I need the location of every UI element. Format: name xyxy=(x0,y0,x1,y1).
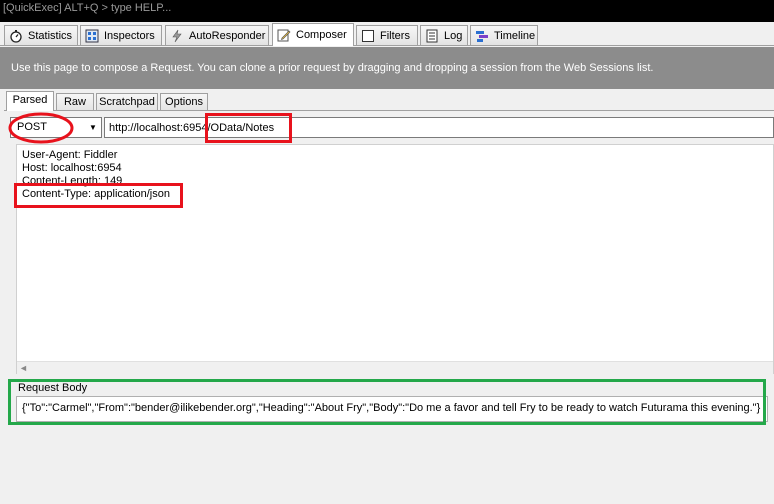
tab-label: Filters xyxy=(380,29,410,42)
chevron-down-icon[interactable]: ▼ xyxy=(86,119,100,136)
request-body-editor[interactable]: {"To":"Carmel","From":"bender@ilikebende… xyxy=(16,396,768,422)
subtab-raw[interactable]: Raw xyxy=(56,93,94,111)
tab-log[interactable]: Log xyxy=(420,25,468,45)
method-value: POST xyxy=(17,121,47,133)
header-line: Content-Length: 149 xyxy=(22,175,123,187)
subtab-scratchpad[interactable]: Scratchpad xyxy=(96,93,158,111)
tab-composer[interactable]: Composer xyxy=(272,23,354,46)
quickexec-bar[interactable]: [QuickExec] ALT+Q > type HELP... xyxy=(0,0,774,22)
pencil-icon xyxy=(277,28,291,42)
composer-info-banner: Use this page to compose a Request. You … xyxy=(0,47,774,89)
tab-inspectors[interactable]: Inspectors xyxy=(80,25,162,45)
subtab-parsed[interactable]: Parsed xyxy=(6,91,54,111)
inspectors-icon xyxy=(85,29,99,43)
main-tab-strip: Statistics Inspectors AutoResponder Comp… xyxy=(0,22,774,46)
tab-label: Timeline xyxy=(494,29,536,42)
log-icon xyxy=(425,29,439,43)
subtab-label: Parsed xyxy=(12,94,48,106)
tab-statistics[interactable]: Statistics xyxy=(4,25,78,45)
request-headers-editor[interactable]: User-Agent: Fiddler Host: localhost:6954… xyxy=(16,144,774,374)
tab-label: Inspectors xyxy=(104,29,155,42)
tab-label: AutoResponder xyxy=(189,29,266,42)
header-line: Host: localhost:6954 xyxy=(22,162,122,174)
lightning-icon xyxy=(170,29,184,43)
timeline-icon xyxy=(475,29,489,43)
tab-filters[interactable]: Filters xyxy=(356,25,418,45)
tab-label: Composer xyxy=(296,29,347,41)
tab-autoresponder[interactable]: AutoResponder xyxy=(165,25,269,45)
stopwatch-icon xyxy=(9,29,23,43)
subtab-options[interactable]: Options xyxy=(160,93,208,111)
scroll-left-arrow-icon[interactable]: ◄ xyxy=(19,363,28,373)
request-body-text: {"To":"Carmel","From":"bender@ilikebende… xyxy=(22,402,761,414)
headers-horizontal-scrollbar[interactable]: ◄ xyxy=(17,361,773,375)
tab-label: Statistics xyxy=(28,29,73,42)
method-dropdown[interactable]: POST ▼ xyxy=(10,117,102,138)
banner-text: Use this page to compose a Request. You … xyxy=(11,62,654,74)
subtab-label: Scratchpad xyxy=(99,96,155,108)
tab-label: Log xyxy=(444,29,463,42)
checkbox-icon xyxy=(361,29,375,43)
composer-subtab-strip: Parsed Raw Scratchpad Options xyxy=(0,89,774,111)
tab-timeline[interactable]: Timeline xyxy=(470,25,538,45)
subtab-label: Raw xyxy=(63,96,86,108)
quickexec-text: [QuickExec] ALT+Q > type HELP... xyxy=(3,2,172,14)
header-line: Content-Type: application/json xyxy=(22,188,170,200)
request-body-label: Request Body xyxy=(18,382,88,394)
url-input[interactable] xyxy=(104,117,774,138)
header-line: User-Agent: Fiddler xyxy=(22,149,118,161)
subtab-label: Options xyxy=(165,96,203,108)
